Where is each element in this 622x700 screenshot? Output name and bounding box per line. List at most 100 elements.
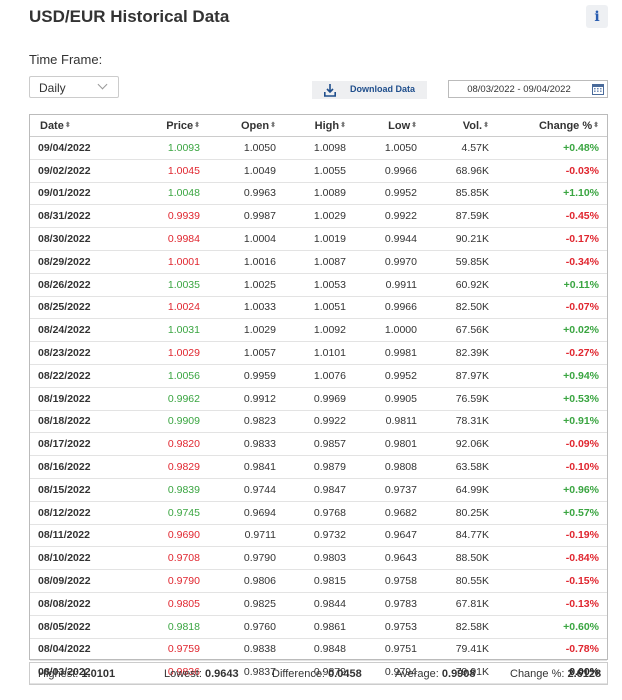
cell-change: +0.96%: [489, 478, 607, 502]
cell-low: 0.9922: [346, 204, 417, 229]
cell-low: 1.0000: [346, 318, 417, 343]
cell-low: 0.9966: [346, 159, 417, 183]
cell-vol: 79.41K: [417, 638, 489, 662]
cell-date: 08/09/2022: [30, 569, 130, 593]
cell-date: 08/11/2022: [30, 524, 130, 548]
cell-low: 0.9647: [346, 524, 417, 548]
cell-change: -0.17%: [489, 227, 607, 251]
summary-change: Change %: 2.6128: [510, 668, 602, 680]
cell-date: 09/04/2022: [30, 136, 130, 160]
cell-date: 08/22/2022: [30, 364, 130, 388]
table-row: 08/17/2022 0.9820 0.9833 0.9857 0.9801 92.06K…: [30, 432, 607, 457]
cell-low: 0.9751: [346, 638, 417, 662]
cell-high: 0.9815: [276, 569, 346, 593]
cell-date: 09/01/2022: [30, 182, 130, 206]
cell-open: 0.9694: [200, 501, 276, 525]
table-row: 08/18/2022 0.9909 0.9823 0.9922 0.9811 78.31K…: [30, 410, 607, 434]
download-data-label: Download Data: [350, 84, 416, 94]
cell-vol: 76.59K: [417, 387, 489, 411]
cell-date: 08/17/2022: [30, 432, 130, 457]
chevron-down-icon: [97, 79, 108, 90]
cell-high: 1.0092: [276, 318, 346, 343]
cell-change: +0.11%: [489, 273, 607, 297]
cell-high: 1.0101: [276, 341, 346, 365]
summary-bar: Highest: 1.0101 Lowest: 0.9643 Differenc…: [29, 662, 608, 685]
cell-low: 0.9966: [346, 296, 417, 320]
cell-vol: 82.58K: [417, 615, 489, 639]
cell-vol: 82.39K: [417, 341, 489, 365]
table-row: 09/02/2022 1.0045 1.0049 1.0055 0.9966 68.96K…: [30, 159, 607, 183]
cell-change: +0.57%: [489, 501, 607, 525]
cell-open: 1.0050: [200, 136, 276, 160]
table-row: 09/01/2022 1.0048 0.9963 1.0089 0.9952 85.85K…: [30, 182, 607, 206]
download-icon: [324, 84, 336, 97]
cell-low: 0.9911: [346, 273, 417, 297]
cell-high: 1.0051: [276, 296, 346, 320]
cell-vol: 87.97K: [417, 364, 489, 388]
cell-high: 0.9848: [276, 638, 346, 662]
cell-open: 0.9823: [200, 410, 276, 434]
cell-vol: 4.57K: [417, 136, 489, 160]
column-header-open[interactable]: Open⬍: [200, 115, 276, 137]
timeframe-select[interactable]: Daily: [29, 76, 119, 98]
column-header-low[interactable]: Low⬍: [346, 115, 417, 137]
cell-change: +0.91%: [489, 410, 607, 434]
summary-highest: Highest: 1.0101: [38, 668, 116, 680]
cell-low: 0.9783: [346, 592, 417, 616]
cell-price: 1.0056: [130, 364, 200, 388]
table-row: 08/26/2022 1.0035 1.0025 1.0053 0.9911 60.92K…: [30, 273, 607, 297]
cell-date: 08/24/2022: [30, 318, 130, 343]
cell-open: 0.9790: [200, 546, 276, 571]
cell-open: 1.0016: [200, 250, 276, 274]
cell-open: 0.9841: [200, 455, 276, 479]
table-row: 08/24/2022 1.0031 1.0029 1.0092 1.0000 67.56K…: [30, 318, 607, 343]
cell-date: 08/08/2022: [30, 592, 130, 616]
cell-high: 0.9847: [276, 478, 346, 502]
cell-date: 08/15/2022: [30, 478, 130, 502]
sort-icon: ⬍: [340, 122, 346, 130]
cell-open: 1.0025: [200, 273, 276, 297]
cell-vol: 78.31K: [417, 410, 489, 434]
column-header-change[interactable]: Change %⬍: [489, 115, 607, 137]
table-row: 08/19/2022 0.9962 0.9912 0.9969 0.9905 76.59K…: [30, 387, 607, 411]
cell-low: 0.9801: [346, 432, 417, 457]
table-row: 08/22/2022 1.0056 0.9959 1.0076 0.9952 87.97K…: [30, 364, 607, 388]
cell-low: 0.9944: [346, 227, 417, 251]
cell-date: 08/10/2022: [30, 546, 130, 571]
cell-price: 1.0001: [130, 250, 200, 274]
cell-vol: 60.92K: [417, 273, 489, 297]
cell-open: 0.9912: [200, 387, 276, 411]
column-header-high[interactable]: High⬍: [276, 115, 346, 137]
cell-date: 08/26/2022: [30, 273, 130, 297]
cell-open: 0.9963: [200, 182, 276, 206]
cell-high: 0.9879: [276, 455, 346, 479]
cell-high: 1.0055: [276, 159, 346, 183]
cell-vol: 92.06K: [417, 432, 489, 457]
cell-price: 1.0035: [130, 273, 200, 297]
table-row: 08/25/2022 1.0024 1.0033 1.0051 0.9966 82.50K…: [30, 296, 607, 320]
column-header-price[interactable]: Price⬍: [130, 115, 200, 137]
table-row: 08/12/2022 0.9745 0.9694 0.9768 0.9682 80.25K…: [30, 501, 607, 525]
cell-date: 08/31/2022: [30, 204, 130, 229]
cell-price: 0.9745: [130, 501, 200, 525]
download-data-button[interactable]: Download Data: [312, 81, 427, 99]
cell-high: 1.0053: [276, 273, 346, 297]
column-header-date[interactable]: Date⬍: [30, 115, 130, 137]
cell-vol: 88.50K: [417, 546, 489, 571]
date-range-picker[interactable]: 08/03/2022 - 09/04/2022: [448, 80, 608, 98]
cell-vol: 87.59K: [417, 204, 489, 229]
cell-price: 0.9909: [130, 410, 200, 434]
cell-date: 08/18/2022: [30, 410, 130, 434]
cell-open: 0.9711: [200, 524, 276, 548]
cell-open: 0.9760: [200, 615, 276, 639]
calendar-icon[interactable]: [592, 84, 604, 95]
cell-open: 1.0004: [200, 227, 276, 251]
column-header-vol[interactable]: Vol.⬍: [417, 115, 489, 137]
info-button[interactable]: i: [586, 5, 608, 28]
cell-high: 1.0076: [276, 364, 346, 388]
cell-price: 0.9839: [130, 478, 200, 502]
sort-icon: ⬍: [64, 122, 71, 130]
cell-low: 0.9905: [346, 387, 417, 411]
cell-vol: 80.25K: [417, 501, 489, 525]
table-row: 08/10/2022 0.9708 0.9790 0.9803 0.9643 88.50K…: [30, 546, 607, 571]
